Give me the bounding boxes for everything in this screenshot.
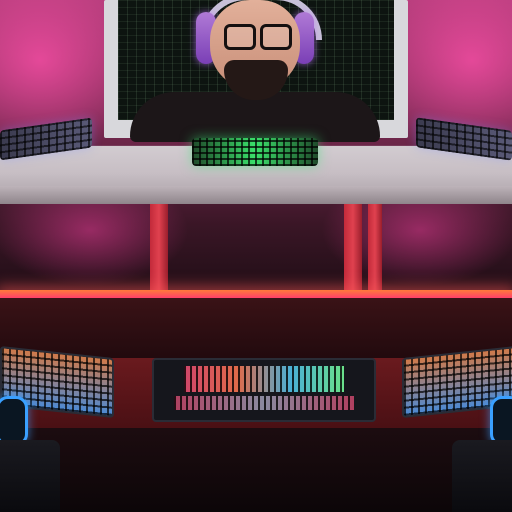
center-keyboard-icon	[192, 138, 318, 166]
left-speaker-icon	[0, 396, 28, 446]
mixer-key-row-top	[184, 366, 344, 392]
lower-shelf-back	[0, 298, 512, 358]
glasses-left-lens-icon	[224, 24, 256, 50]
mixer-icon	[152, 358, 376, 422]
gaming-room-scene	[0, 0, 512, 512]
left-chair-icon	[0, 440, 60, 512]
desk-edge	[0, 186, 512, 204]
mixer-key-row-bottom	[174, 396, 354, 410]
right-speaker-icon	[490, 396, 512, 446]
glasses-right-lens-icon	[260, 24, 292, 50]
led-light-strip	[0, 290, 512, 298]
right-chair-icon	[452, 440, 512, 512]
floor	[0, 428, 512, 512]
